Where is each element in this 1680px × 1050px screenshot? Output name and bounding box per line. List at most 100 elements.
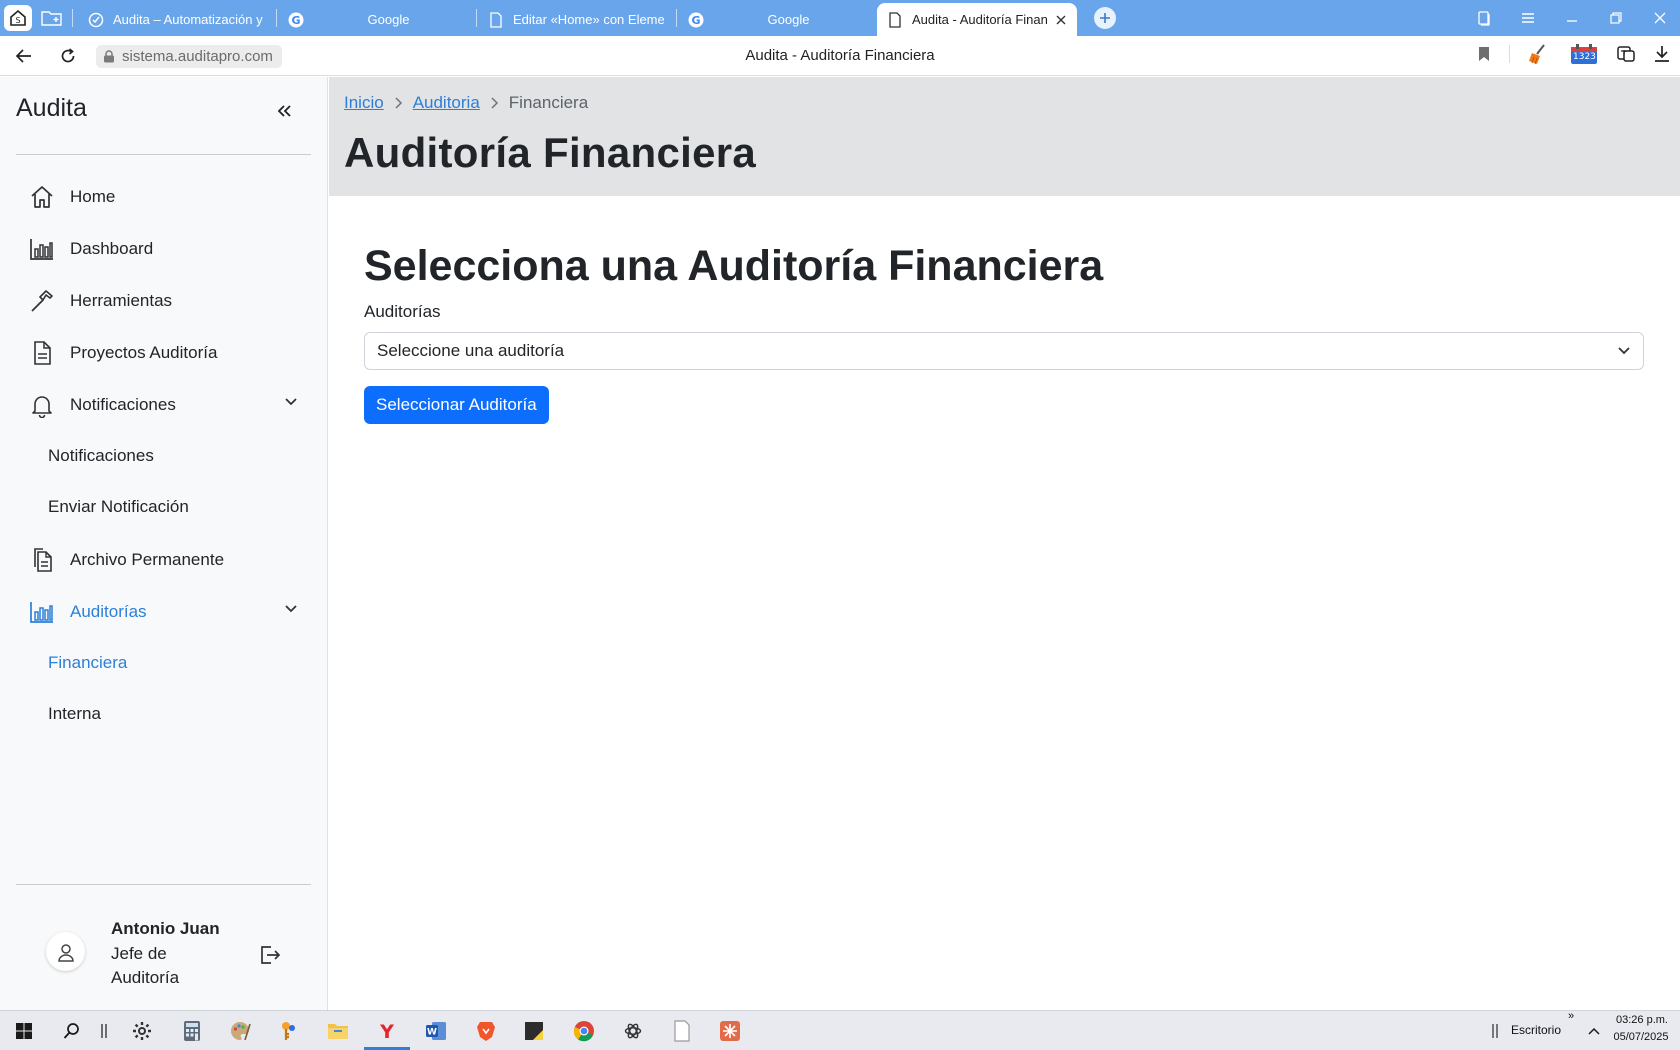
- brave-browser-icon[interactable]: [474, 1019, 498, 1043]
- blank-file-icon[interactable]: [670, 1019, 694, 1043]
- tab-audita-financiera[interactable]: Audita - Auditoría Finan: [877, 3, 1077, 36]
- lock-icon: [103, 50, 115, 63]
- page-title: Auditoría Financiera: [344, 129, 757, 176]
- keys-app-icon[interactable]: [276, 1019, 300, 1043]
- tab-audita-automatizacion[interactable]: Audita – Automatización y: [78, 3, 274, 36]
- tab-google-2[interactable]: G Google: [678, 3, 874, 36]
- sidebar-item-label: Proyectos Auditoría: [70, 343, 218, 362]
- sidebar-item-dashboard[interactable]: Dashboard: [28, 231, 298, 267]
- new-folder-icon[interactable]: [38, 5, 66, 31]
- bar-chart-icon: [28, 598, 56, 626]
- chevron-right-icon: [394, 97, 403, 109]
- windows-start-icon[interactable]: [12, 1019, 36, 1043]
- toolbar-overflow-icon[interactable]: »: [1568, 1010, 1574, 1022]
- svg-text:S: S: [15, 16, 20, 25]
- double-chevron-left-icon: [276, 104, 292, 118]
- settings-gear-icon[interactable]: [130, 1019, 154, 1043]
- google-icon: G: [288, 12, 304, 28]
- calculator-icon[interactable]: [180, 1019, 204, 1043]
- home-icon: [28, 183, 56, 211]
- clock-time[interactable]: 03:26 p.m.: [1612, 1014, 1672, 1026]
- seleccionar-auditoria-button[interactable]: Seleccionar Auditoría: [364, 386, 549, 424]
- page-icon: [887, 11, 903, 28]
- cleaner-broom-icon[interactable]: [1528, 43, 1552, 65]
- sidebar-item-archivo-permanente[interactable]: Archivo Permanente: [28, 542, 298, 578]
- close-tab-icon[interactable]: [1055, 14, 1067, 26]
- tab-title: Audita – Automatización y: [113, 12, 263, 27]
- tab-title: Editar «Home» con Elemen: [513, 12, 664, 27]
- page-header: Inicio Auditoria Financiera Auditoría Fi…: [329, 77, 1680, 196]
- svg-text:W: W: [427, 1028, 437, 1038]
- sidebar-divider: [16, 154, 311, 155]
- tab-title: Google: [367, 12, 410, 27]
- sidebar-subitem-interna[interactable]: Interna: [48, 704, 101, 724]
- brand-title: Audita: [16, 94, 87, 122]
- section-title: Selecciona una Auditoría Financiera: [364, 242, 1104, 290]
- restore-icon[interactable]: [1604, 6, 1628, 30]
- sidebar-item-label: Notificaciones: [70, 395, 176, 414]
- paint-palette-icon[interactable]: [228, 1019, 252, 1043]
- page-icon: [488, 11, 504, 28]
- os-taskbar: Y W Escritorio » 03:26 p.m. 05/07/2025: [0, 1010, 1680, 1050]
- svg-text:G: G: [691, 14, 700, 27]
- svg-text:G: G: [291, 14, 300, 27]
- back-arrow-icon[interactable]: [12, 44, 36, 68]
- address-bar: sistema.auditapro.com Audita - Auditoría…: [0, 36, 1680, 76]
- task-view-icon[interactable]: [92, 1019, 116, 1043]
- breadcrumb-auditoria-link[interactable]: Auditoria: [413, 93, 480, 113]
- sidebar-item-herramientas[interactable]: Herramientas: [28, 283, 298, 319]
- tab-title: Audita - Auditoría Finan: [912, 12, 1048, 27]
- file-explorer-icon[interactable]: [326, 1019, 350, 1043]
- bookmark-icon[interactable]: [1477, 46, 1491, 62]
- chevron-down-icon: [284, 602, 298, 616]
- audita-check-icon: [88, 12, 104, 28]
- hammer-icon: [28, 287, 56, 315]
- chevron-down-icon: [284, 395, 298, 409]
- sidebar-item-label: Home: [70, 187, 116, 206]
- tab-title: Google: [767, 12, 810, 27]
- reload-icon[interactable]: [56, 44, 80, 68]
- search-icon[interactable]: [60, 1019, 84, 1043]
- breadcrumb-current: Financiera: [508, 93, 589, 112]
- yandex-browser-icon[interactable]: Y: [375, 1019, 399, 1043]
- word-icon[interactable]: W: [424, 1019, 448, 1043]
- new-tab-plus-icon[interactable]: [1094, 7, 1116, 29]
- document-icon: [28, 339, 56, 367]
- sidebar-item-home[interactable]: Home: [28, 179, 298, 215]
- breadcrumb: Inicio Auditoria Financiera: [344, 93, 588, 113]
- logout-icon: [258, 943, 282, 967]
- calendar-extension-icon[interactable]: 1323: [1570, 43, 1598, 65]
- tab-editar-home[interactable]: Editar «Home» con Elemen: [478, 3, 674, 36]
- browser-home-icon[interactable]: S: [4, 5, 32, 31]
- collapse-sidebar-button[interactable]: [272, 99, 296, 123]
- minimize-icon[interactable]: [1560, 6, 1584, 30]
- select-value: Seleccione una auditoría: [377, 341, 565, 360]
- auditoria-select[interactable]: Seleccione una auditoría: [364, 332, 1644, 370]
- sidebar-item-auditorias[interactable]: Auditorías: [28, 594, 298, 630]
- download-icon[interactable]: [1654, 45, 1670, 63]
- sidebar-item-proyectos-auditoria[interactable]: Proyectos Auditoría: [28, 335, 298, 371]
- breadcrumb-inicio-link[interactable]: Inicio: [344, 93, 384, 113]
- sidebar-subitem-financiera[interactable]: Financiera: [48, 653, 127, 673]
- system-tray-chevron-up-icon[interactable]: [1582, 1019, 1606, 1043]
- logout-button[interactable]: [258, 943, 282, 967]
- sidebar-item-label: Archivo Permanente: [70, 550, 225, 569]
- sidebar-subitem-notificaciones[interactable]: Notificaciones: [48, 446, 154, 466]
- openai-icon[interactable]: [621, 1019, 645, 1043]
- chrome-icon[interactable]: [572, 1019, 596, 1043]
- clock-date[interactable]: 05/07/2025: [1610, 1031, 1672, 1043]
- svg-text:Y: Y: [379, 1021, 394, 1042]
- sticky-notes-icon[interactable]: [522, 1019, 546, 1043]
- url-field[interactable]: sistema.auditapro.com: [96, 45, 282, 68]
- claude-app-icon[interactable]: [718, 1019, 742, 1043]
- collections-icon[interactable]: [1472, 6, 1496, 30]
- close-window-icon[interactable]: [1648, 6, 1672, 30]
- sidebar-subitem-enviar-notificacion[interactable]: Enviar Notificación: [48, 497, 189, 517]
- tab-google-1[interactable]: G Google: [278, 3, 474, 36]
- sidebar-item-notificaciones[interactable]: Notificaciones: [28, 387, 298, 423]
- calendar-badge: 1323: [1573, 52, 1596, 62]
- translate-extension-icon[interactable]: [1616, 44, 1636, 64]
- menu-hamburger-icon[interactable]: [1516, 6, 1540, 30]
- desktop-toolbar-label[interactable]: Escritorio: [1511, 1023, 1561, 1037]
- avatar: [46, 932, 85, 971]
